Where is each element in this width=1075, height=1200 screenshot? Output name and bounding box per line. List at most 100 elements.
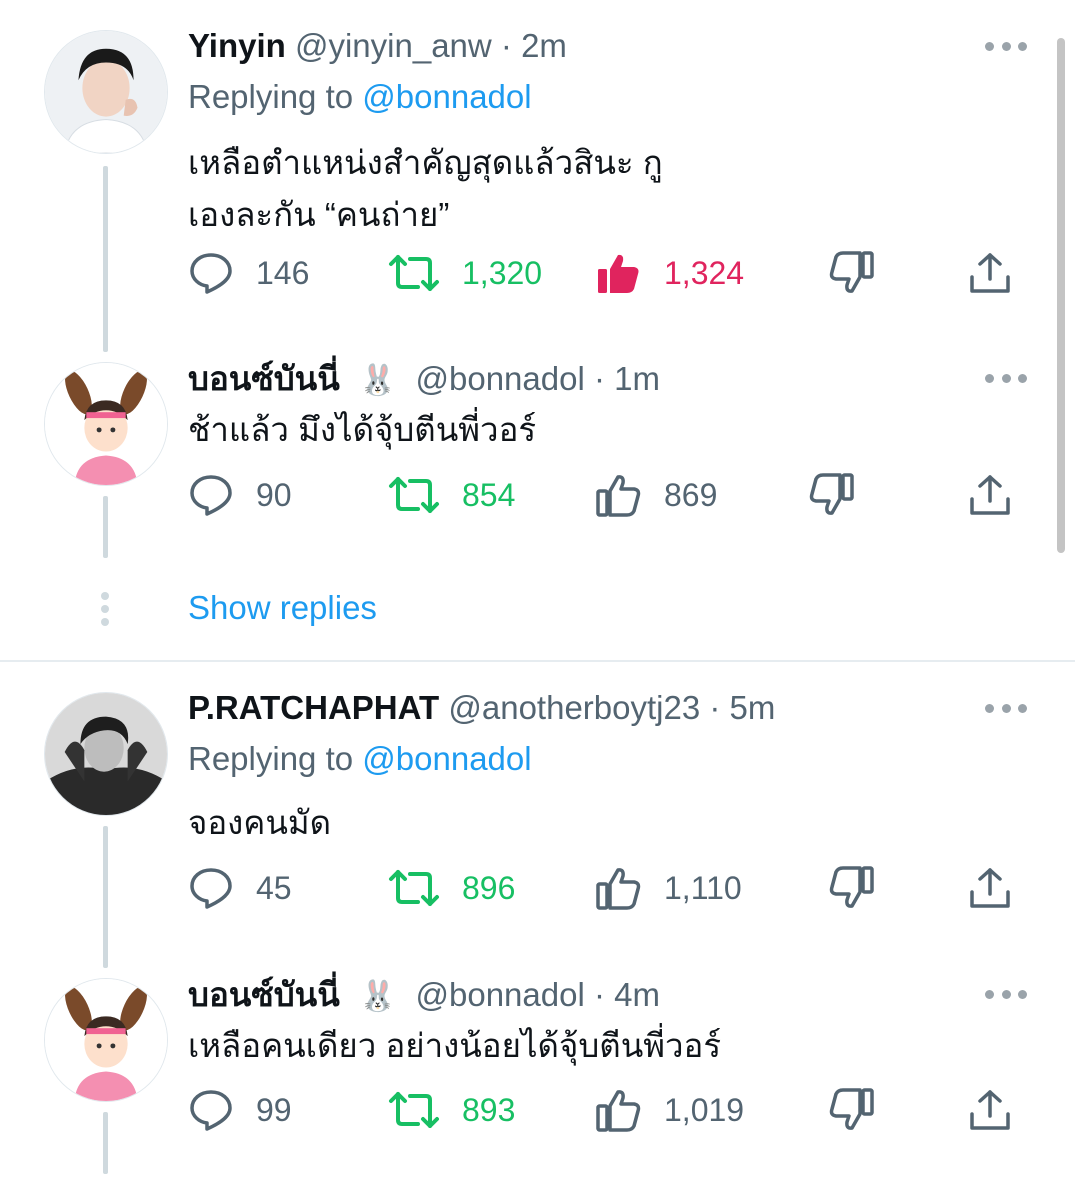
- show-replies-link[interactable]: Show replies: [188, 588, 377, 628]
- reply-count: 146: [256, 254, 310, 291]
- divider: [0, 660, 1075, 662]
- tweet-text: จองคนมัด: [188, 797, 748, 849]
- dislike-button[interactable]: [828, 1080, 874, 1140]
- rabbit-emoji: 🐰: [358, 364, 397, 397]
- replying-to: Replying to @bonnadol: [188, 739, 532, 779]
- dislike-button[interactable]: [828, 858, 874, 918]
- separator: ·: [593, 976, 605, 1013]
- replying-mention[interactable]: @bonnadol: [362, 78, 531, 115]
- retweet-count: 896: [462, 869, 516, 906]
- like-icon: [596, 868, 641, 910]
- tweet-text: เหลือตำแหน่งสำคัญสุดแล้วสินะ กู เองละกัน…: [188, 137, 748, 241]
- reply-icon: [190, 475, 232, 516]
- user-handle[interactable]: @anotherboytj23: [448, 689, 700, 726]
- reply-button[interactable]: 99: [188, 1080, 292, 1140]
- retweet-count: 854: [462, 476, 516, 513]
- more-options-icon[interactable]: [985, 702, 1027, 714]
- retweet-icon: [389, 255, 439, 291]
- share-icon: [970, 475, 1010, 515]
- tweet-header: บอนซ์บันนี่ 🐰 @bonnadol · 1m: [188, 359, 660, 401]
- reply-button[interactable]: 90: [188, 465, 292, 525]
- share-button[interactable]: [968, 243, 1012, 303]
- tweet-time[interactable]: 2m: [521, 27, 567, 64]
- retweet-button[interactable]: 896: [388, 858, 515, 918]
- user-handle[interactable]: @bonnadol: [416, 360, 585, 397]
- retweet-count: 893: [462, 1091, 516, 1128]
- thread-more-dots: [100, 592, 110, 631]
- display-name[interactable]: บอนซ์บันนี่: [188, 976, 340, 1013]
- separator: ·: [500, 27, 512, 64]
- share-button[interactable]: [968, 465, 1012, 525]
- tweet-text-line: เหลือตำแหน่งสำคัญสุดแล้วสินะ กู: [188, 144, 663, 181]
- retweet-icon: [389, 477, 439, 513]
- tweet-text-line: จองคนมัด: [188, 804, 332, 841]
- retweet-button[interactable]: 1,320: [388, 243, 542, 303]
- user-handle[interactable]: @yinyin_anw: [295, 27, 492, 64]
- like-button[interactable]: 1,019: [596, 1080, 744, 1140]
- like-button[interactable]: 1,324: [596, 243, 744, 303]
- retweet-button[interactable]: 893: [388, 1080, 515, 1140]
- like-count: 1,324: [664, 254, 745, 291]
- reply-button[interactable]: 45: [188, 858, 292, 918]
- rabbit-emoji: 🐰: [358, 980, 397, 1013]
- separator: ·: [709, 689, 721, 726]
- user-handle[interactable]: @bonnadol: [416, 976, 585, 1013]
- retweet-icon: [389, 870, 439, 906]
- tweet-actions: 99 893 1,019: [0, 1080, 1075, 1140]
- tweet-actions: 45 896 1,110: [0, 858, 1075, 918]
- dislike-button[interactable]: [808, 465, 854, 525]
- display-name[interactable]: P.RATCHAPHAT: [188, 689, 439, 726]
- reply-button[interactable]: 146: [188, 243, 309, 303]
- dislike-button[interactable]: [828, 243, 874, 303]
- tweet-actions: 90 854 869: [0, 465, 1075, 525]
- share-icon: [970, 1090, 1010, 1130]
- avatar-yinyin[interactable]: [44, 30, 168, 154]
- tweet-text: เหลือคนเดียว อย่างน้อยได้จุ้บตีนพี่วอร์: [188, 1020, 748, 1072]
- tweet-time[interactable]: 4m: [614, 976, 660, 1013]
- retweet-button[interactable]: 854: [388, 465, 515, 525]
- like-button[interactable]: 869: [596, 465, 717, 525]
- display-name[interactable]: Yinyin: [188, 27, 286, 64]
- more-options-icon[interactable]: [985, 988, 1027, 1000]
- replying-mention[interactable]: @bonnadol: [362, 740, 531, 777]
- avatar-ratchaphat[interactable]: [44, 692, 168, 816]
- like-filled-icon: [598, 254, 639, 293]
- reply-icon: [190, 868, 232, 909]
- like-count: 869: [664, 476, 718, 513]
- share-button[interactable]: [968, 858, 1012, 918]
- reply-icon: [190, 253, 232, 294]
- more-options-icon[interactable]: [985, 372, 1027, 384]
- retweet-icon: [389, 1092, 439, 1128]
- dislike-icon: [829, 866, 874, 908]
- dislike-icon: [829, 251, 874, 293]
- replying-prefix: Replying to: [188, 740, 354, 777]
- tweet-text-line: ช้าแล้ว มึงได้จุ้บตีนพี่วอร์: [188, 411, 537, 448]
- tweet-header: Yinyin @yinyin_anw · 2m: [188, 26, 567, 66]
- share-button[interactable]: [968, 1080, 1012, 1140]
- share-icon: [970, 253, 1010, 293]
- reply-count: 99: [256, 1091, 292, 1128]
- dislike-icon: [829, 1088, 874, 1130]
- like-button[interactable]: 1,110: [596, 858, 742, 918]
- separator: ·: [593, 360, 605, 397]
- share-icon: [970, 868, 1010, 908]
- retweet-count: 1,320: [462, 254, 543, 291]
- display-name[interactable]: บอนซ์บันนี่: [188, 360, 340, 397]
- replying-prefix: Replying to: [188, 78, 354, 115]
- replying-to: Replying to @bonnadol: [188, 77, 532, 117]
- tweet-text-line: เหลือคนเดียว อย่างน้อยได้จุ้บตีนพี่วอร์: [188, 1027, 722, 1064]
- like-count: 1,110: [664, 869, 742, 906]
- reply-count: 90: [256, 476, 292, 513]
- tweet-time[interactable]: 5m: [730, 689, 776, 726]
- dislike-icon: [809, 473, 854, 515]
- reply-icon: [190, 1090, 232, 1131]
- more-options-icon[interactable]: [985, 40, 1027, 52]
- tweet-actions: 146 1,320 1,324: [0, 243, 1075, 303]
- like-icon: [596, 475, 641, 517]
- tweet-header: บอนซ์บันนี่ 🐰 @bonnadol · 4m: [188, 975, 660, 1017]
- tweet-text: ช้าแล้ว มึงได้จุ้บตีนพี่วอร์: [188, 404, 748, 456]
- like-count: 1,019: [664, 1091, 745, 1128]
- tweet-time[interactable]: 1m: [614, 360, 660, 397]
- like-icon: [596, 1090, 641, 1132]
- reply-count: 45: [256, 869, 292, 906]
